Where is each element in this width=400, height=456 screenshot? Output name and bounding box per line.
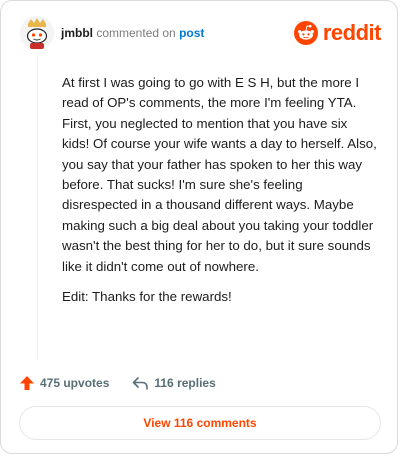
view-comments-button[interactable]: View 116 comments	[19, 406, 381, 440]
header-line: jmbbl commented on post	[61, 26, 204, 40]
brand-wordmark: reddit	[322, 20, 382, 45]
reply-button[interactable]: 116 replies	[131, 375, 216, 391]
reply-arrow-icon	[133, 377, 149, 390]
comment-paragraph: Edit: Thanks for the rewards!	[62, 289, 232, 305]
upvote-count: 475 upvotes	[40, 376, 110, 390]
comment-header: jmbbl commented on post reddit	[19, 15, 382, 55]
reply-count: 116 replies	[154, 376, 216, 390]
username-link[interactable]: jmbbl	[61, 26, 93, 40]
comment-card: jmbbl commented on post reddit At first …	[0, 0, 398, 454]
commented-on-text: commented on	[96, 26, 176, 40]
post-link[interactable]: post	[179, 26, 204, 40]
reddit-brand[interactable]: reddit	[293, 19, 382, 47]
comment-actions: 475 upvotes 116 replies	[19, 373, 379, 393]
thread-line	[37, 57, 38, 359]
reddit-logo-icon	[293, 21, 318, 45]
upvote-arrow-icon	[20, 376, 34, 390]
comment-paragraph: At first I was going to go with E S H, b…	[62, 75, 377, 274]
comment-body: At first I was going to go with E S H, b…	[62, 73, 378, 317]
reddit-avatar-icon[interactable]	[19, 15, 55, 51]
upvote-button[interactable]: 475 upvotes	[19, 375, 109, 391]
